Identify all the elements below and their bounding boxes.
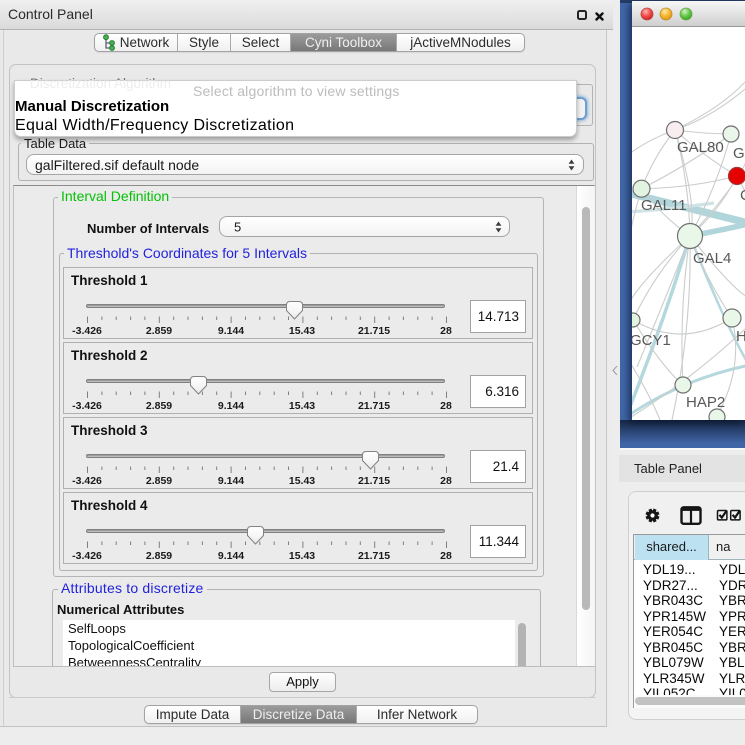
svg-text:GAL4: GAL4 bbox=[693, 250, 731, 267]
svg-text:GAL11: GAL11 bbox=[641, 197, 687, 214]
svg-text:G.: G. bbox=[733, 145, 745, 162]
svg-text:GCY1: GCY1 bbox=[632, 332, 671, 349]
svg-text:C: C bbox=[740, 187, 745, 204]
svg-text:H: H bbox=[736, 328, 745, 345]
svg-text:HAP2: HAP2 bbox=[686, 394, 725, 411]
svg-text:GAL80: GAL80 bbox=[677, 139, 724, 156]
